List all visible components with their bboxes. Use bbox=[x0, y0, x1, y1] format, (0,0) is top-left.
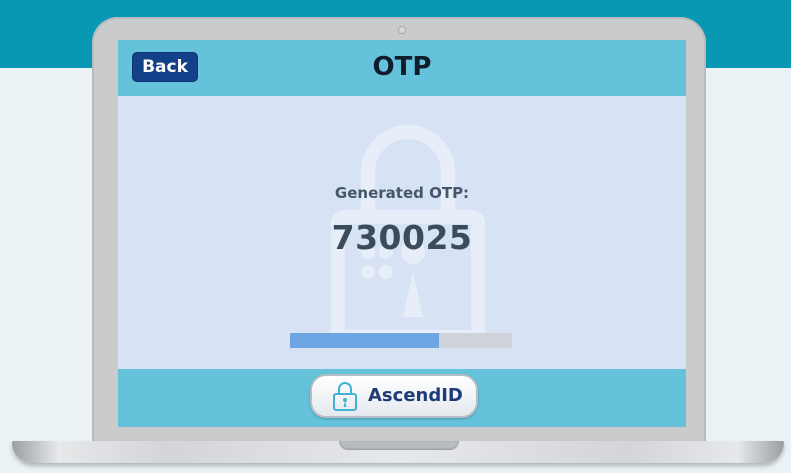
ascendid-label: AscendID bbox=[368, 385, 463, 406]
page-title: OTP bbox=[372, 52, 432, 82]
progress-fill bbox=[290, 333, 439, 348]
app-header: Back OTP bbox=[118, 40, 686, 96]
laptop-screen: Back OTP Generated OTP: 730025 AscendID bbox=[118, 40, 686, 427]
ascendid-button[interactable]: AscendID bbox=[310, 374, 478, 418]
padlock-icon bbox=[333, 382, 357, 411]
laptop-base bbox=[12, 441, 784, 463]
laptop-base-notch bbox=[339, 441, 459, 450]
otp-value: 730025 bbox=[331, 218, 473, 257]
otp-expiry-progress-bar bbox=[290, 333, 512, 348]
webcam-icon bbox=[398, 26, 406, 34]
otp-caption: Generated OTP: bbox=[334, 184, 470, 202]
footer-bar: AscendID bbox=[118, 369, 686, 427]
page: Back OTP Generated OTP: 730025 AscendID bbox=[0, 0, 791, 473]
